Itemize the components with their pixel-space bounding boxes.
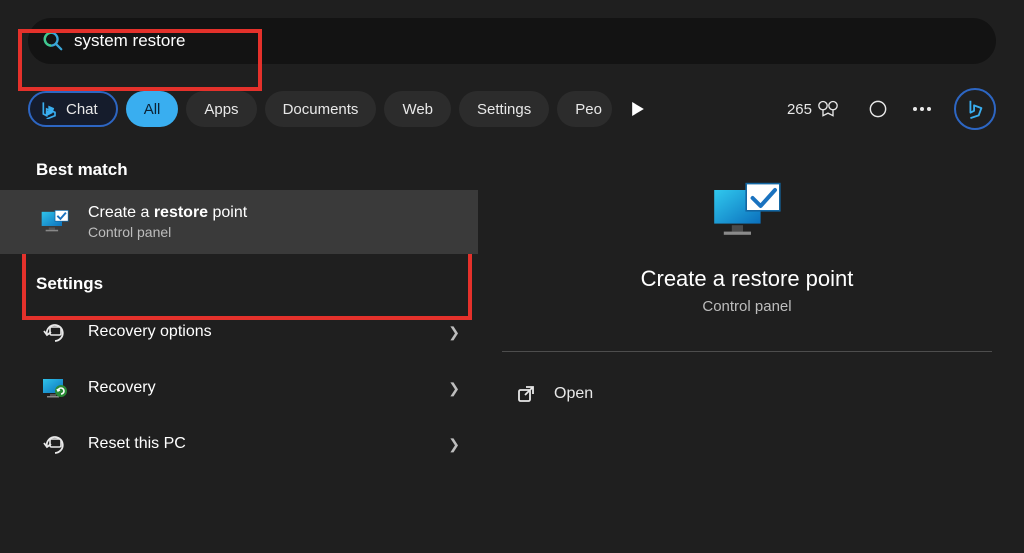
bing-icon: [964, 98, 986, 120]
section-best-match-label: Best match: [0, 154, 478, 190]
best-match-result[interactable]: Create a restore point Control panel: [0, 190, 478, 254]
tab-chat-label: Chat: [66, 101, 98, 118]
open-action[interactable]: Open: [502, 366, 992, 422]
recovery-icon: [38, 371, 72, 405]
open-label: Open: [554, 385, 593, 403]
chevron-right-icon: ❯: [448, 436, 460, 453]
bing-chat-icon: [40, 99, 60, 119]
detail-monitor-icon: [711, 182, 783, 246]
play-icon: [631, 102, 645, 116]
monitor-icon: [38, 205, 72, 239]
results-panel: Best match Create a restore point Contro…: [0, 154, 478, 537]
detail-subtitle: Control panel: [702, 298, 791, 315]
tab-apps[interactable]: Apps: [186, 91, 256, 127]
tab-settings-label: Settings: [477, 101, 531, 118]
rewards-icon: [818, 100, 838, 118]
detail-panel: Create a restore point Control panel Ope…: [478, 154, 1024, 537]
more-icon: [912, 106, 932, 112]
tab-people-label: Peo: [575, 101, 602, 118]
settings-item-recovery[interactable]: Recovery ❯: [0, 360, 478, 416]
rewards-points[interactable]: 265: [787, 100, 838, 118]
search-input[interactable]: [74, 31, 996, 51]
settings-item-label: Recovery: [88, 379, 448, 397]
section-settings-label: Settings: [0, 268, 478, 304]
settings-item-label: Recovery options: [88, 323, 448, 341]
search-bar[interactable]: [28, 18, 996, 64]
open-icon: [516, 384, 536, 404]
tab-all-label: All: [144, 101, 161, 118]
reset-pc-icon: [38, 427, 72, 461]
scroll-right-button[interactable]: [620, 91, 656, 127]
tab-chat[interactable]: Chat: [28, 91, 118, 127]
best-match-title: Create a restore point: [88, 204, 460, 222]
tab-documents[interactable]: Documents: [265, 91, 377, 127]
settings-item-recovery-options[interactable]: Recovery options ❯: [0, 304, 478, 360]
tab-all[interactable]: All: [126, 91, 179, 127]
detail-title: Create a restore point: [641, 266, 854, 292]
filter-tabs: Chat All Apps Documents Web Settings Peo…: [28, 88, 996, 130]
settings-item-label: Reset this PC: [88, 435, 448, 453]
more-button[interactable]: [904, 91, 940, 127]
tab-people[interactable]: Peo: [557, 91, 612, 127]
tab-documents-label: Documents: [283, 101, 359, 118]
bing-chat-button[interactable]: [954, 88, 996, 130]
settings-item-reset-pc[interactable]: Reset this PC ❯: [0, 416, 478, 472]
search-icon: [42, 30, 64, 52]
points-value: 265: [787, 101, 812, 118]
chevron-right-icon: ❯: [448, 324, 460, 341]
best-match-subtitle: Control panel: [88, 224, 460, 240]
divider: [502, 351, 992, 352]
tab-apps-label: Apps: [204, 101, 238, 118]
chevron-right-icon: ❯: [448, 380, 460, 397]
recovery-options-icon: [38, 315, 72, 349]
profile-icon: [869, 100, 887, 118]
tab-web-label: Web: [402, 101, 433, 118]
tab-settings[interactable]: Settings: [459, 91, 549, 127]
profile-button[interactable]: [860, 91, 896, 127]
tab-web[interactable]: Web: [384, 91, 451, 127]
